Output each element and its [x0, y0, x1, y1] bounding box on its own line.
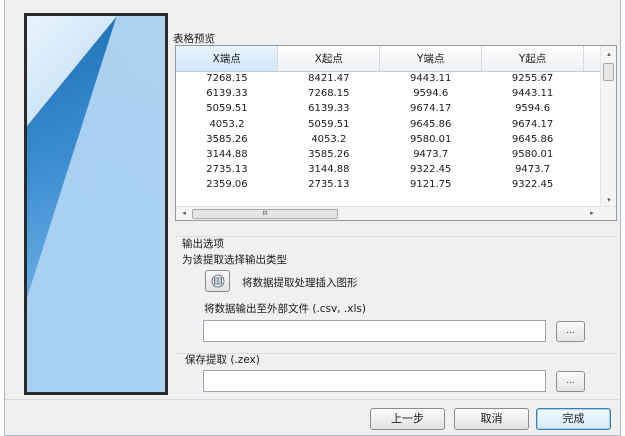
- column-header-y-start[interactable]: Y起点: [481, 46, 584, 72]
- back-button[interactable]: 上一步: [370, 408, 445, 430]
- table-row[interactable]: 6139.33 7268.15 9594.6 9443.11: [176, 86, 601, 101]
- finish-button[interactable]: 完成: [536, 408, 611, 430]
- wizard-side-image: [24, 13, 168, 395]
- table-cell: 8421.47: [308, 73, 350, 85]
- table-cell: 9322.45: [511, 179, 554, 191]
- table-cell-filler: [584, 162, 601, 177]
- table-cell: 3585.26: [206, 133, 248, 145]
- table-cell: 7268.15: [308, 88, 350, 100]
- table-cell-filler: [584, 177, 601, 192]
- scroll-up-icon[interactable]: ▴: [601, 46, 617, 62]
- table-cell: 4053.2: [209, 118, 245, 130]
- table-row[interactable]: 2735.13 3144.88 9322.45 9473.7: [176, 162, 601, 177]
- horizontal-scroll-thumb[interactable]: III: [192, 209, 338, 219]
- table-row[interactable]: 2359.06 2735.13 9121.75 9322.45: [176, 177, 601, 192]
- table-row[interactable]: 3585.26 4053.2 9580.01 9645.86: [176, 132, 601, 147]
- data-extraction-dialog: 表格预览 X端点 X起点 Y端点 Y起点 7268.15 8421.47 9443.…: [4, 0, 621, 436]
- table-row[interactable]: 3144.88 3585.26 9473.7 9580.01: [176, 147, 601, 162]
- insert-table-icon: [211, 274, 225, 288]
- preview-table: X端点 X起点 Y端点 Y起点 7268.15 8421.47 9443.11 925…: [176, 46, 601, 193]
- table-cell: 3144.88: [308, 164, 350, 176]
- table-cell-filler: [584, 147, 601, 162]
- column-header-x-start[interactable]: X起点: [277, 46, 381, 72]
- footer-divider: [5, 399, 620, 400]
- table-cell: 6139.33: [308, 103, 350, 115]
- table-cell-filler: [584, 132, 601, 147]
- table-cell: 9473.7: [515, 164, 551, 176]
- save-extract-path-input[interactable]: [203, 370, 546, 392]
- export-file-path-input[interactable]: [203, 320, 546, 342]
- table-cell: 3585.26: [308, 149, 350, 161]
- table-preview-label: 表格预览: [173, 33, 215, 45]
- scroll-left-icon[interactable]: ◂: [176, 205, 192, 221]
- table-row[interactable]: 5059.51 6139.33 9674.17 9594.6: [176, 101, 601, 116]
- table-cell: 5059.51: [308, 118, 350, 130]
- table-cell: 9580.01: [511, 149, 554, 161]
- column-header-y-end[interactable]: Y端点: [379, 46, 483, 72]
- table-cell: 6139.33: [206, 88, 248, 100]
- table-cell: 4053.2: [311, 133, 347, 145]
- table-row[interactable]: 4053.2 5059.51 9645.86 9674.17: [176, 117, 601, 132]
- cancel-button[interactable]: 取消: [454, 408, 529, 430]
- table-cell: 9443.11: [410, 73, 452, 85]
- table-cell: 9580.01: [410, 133, 452, 145]
- table-cell: 7268.15: [206, 73, 248, 85]
- vertical-scrollbar[interactable]: ▴ ▾: [600, 46, 616, 208]
- column-header-filler: [583, 46, 601, 72]
- scroll-right-icon[interactable]: ▸: [584, 205, 600, 221]
- horizontal-scrollbar[interactable]: ◂ III ▸: [176, 206, 616, 220]
- table-cell: 3144.88: [206, 149, 248, 161]
- table-cell: 9121.75: [410, 179, 452, 191]
- table-cell: 9674.17: [410, 103, 452, 115]
- output-type-prompt: 为该提取选择输出类型: [182, 254, 287, 266]
- table-cell-filler: [584, 86, 601, 101]
- table-cell-filler: [584, 101, 601, 116]
- table-cell: 2359.06: [206, 179, 248, 191]
- table-cell: 9255.67: [511, 73, 554, 85]
- table-cell: 2735.13: [308, 179, 350, 191]
- insert-table-button[interactable]: [205, 270, 230, 292]
- table-cell: 5059.51: [206, 103, 248, 115]
- table-cell: 9443.11: [511, 88, 554, 100]
- table-cell: 9645.86: [410, 118, 452, 130]
- save-browse-button[interactable]: ...: [556, 371, 585, 392]
- export-file-label: 将数据输出至外部文件 (.csv, .xls): [204, 303, 366, 315]
- insert-table-label: 将数据提取处理插入图形: [242, 277, 358, 289]
- table-row[interactable]: 7268.15 8421.47 9443.11 9255.67: [176, 71, 601, 86]
- vertical-scroll-thumb[interactable]: [603, 63, 614, 81]
- table-cell: 9322.45: [410, 164, 452, 176]
- output-options-label: 输出选项: [182, 238, 224, 250]
- save-extract-label: 保存提取 (.zex): [185, 354, 260, 366]
- table-preview[interactable]: X端点 X起点 Y端点 Y起点 7268.15 8421.47 9443.11 925…: [175, 45, 617, 221]
- table-cell-filler: [584, 117, 601, 132]
- table-cell: 9645.86: [511, 133, 554, 145]
- table-cell: 2735.13: [206, 164, 248, 176]
- table-cell-filler: [584, 71, 601, 86]
- table-header-row: X端点 X起点 Y端点 Y起点: [176, 46, 601, 72]
- table-cell: 9594.6: [515, 103, 551, 115]
- table-cell: 9473.7: [413, 149, 449, 161]
- export-browse-button[interactable]: ...: [556, 321, 585, 342]
- column-header-x-end[interactable]: X端点: [176, 46, 279, 72]
- table-cell: 9594.6: [413, 88, 449, 100]
- table-cell: 9674.17: [511, 118, 554, 130]
